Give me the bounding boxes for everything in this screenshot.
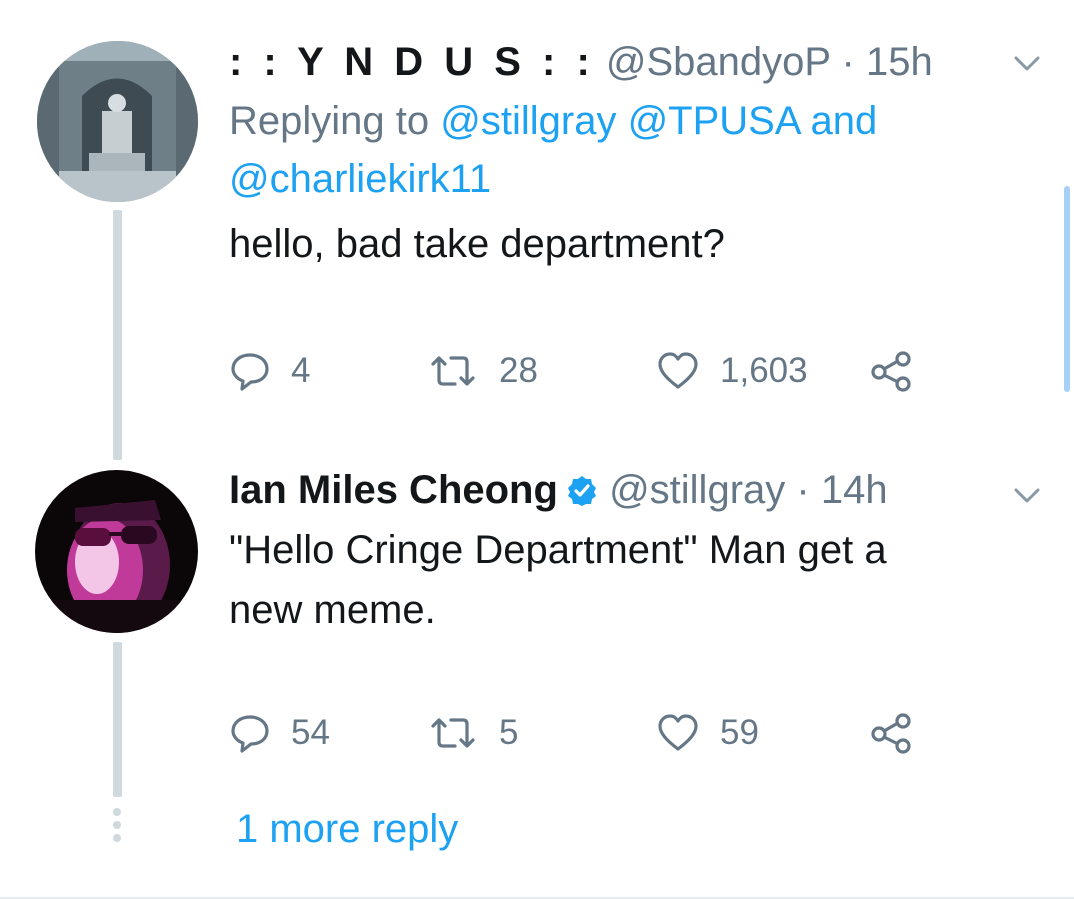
tweet-actions: 54 5 59 — [229, 712, 949, 762]
chevron-down-icon[interactable] — [1012, 48, 1042, 78]
separator: · — [796, 468, 810, 512]
verified-badge-icon — [566, 470, 598, 518]
user-handle[interactable]: @SbandyoP — [606, 40, 830, 84]
replying-to: Replying to @stillgray @TPUSA and @charl… — [229, 92, 1034, 208]
thread-connector-line — [113, 642, 122, 797]
like-count: 1,603 — [720, 351, 808, 390]
tweet-text-line: "Hello Cringe Department" Man get a — [229, 528, 887, 572]
mention-link[interactable]: @TPUSA — [628, 99, 800, 143]
tweet-header: Ian Miles Cheong @stillgray · 14h — [229, 466, 1034, 518]
share-icon — [869, 712, 915, 754]
avatar[interactable] — [35, 470, 198, 633]
timestamp[interactable]: 14h — [821, 468, 888, 512]
display-name[interactable]: : : Y N D U S : : — [229, 40, 595, 84]
retweet-icon — [427, 350, 479, 392]
tweet[interactable]: Ian Miles Cheong @stillgray · 14h "Hello… — [229, 466, 1034, 640]
share-icon — [869, 350, 915, 392]
replying-to-label: Replying to — [229, 99, 430, 143]
tweet-text: "Hello Cringe Department" Man get a new … — [229, 520, 1034, 640]
more-replies-dots — [111, 808, 123, 847]
user-handle[interactable]: @stillgray — [609, 468, 785, 512]
like-icon — [656, 350, 700, 392]
retweet-icon — [427, 712, 479, 754]
reply-count: 54 — [291, 713, 330, 752]
scrollbar[interactable] — [1064, 186, 1070, 392]
like-button[interactable]: 1,603 — [656, 350, 808, 392]
retweet-button[interactable]: 5 — [427, 712, 518, 754]
replying-and[interactable]: and — [810, 99, 877, 143]
mention-link[interactable]: @stillgray — [440, 99, 616, 143]
tweet[interactable]: : : Y N D U S : : @SbandyoP · 15h Replyi… — [229, 38, 1034, 274]
like-button[interactable]: 59 — [656, 712, 759, 754]
separator: · — [841, 40, 855, 84]
reply-count: 4 — [291, 351, 311, 390]
mention-link[interactable]: @charliekirk11 — [229, 157, 491, 201]
chevron-down-icon[interactable] — [1012, 480, 1042, 510]
share-button[interactable] — [869, 712, 935, 754]
timestamp[interactable]: 15h — [866, 40, 933, 84]
retweet-count: 5 — [499, 713, 519, 752]
tweet-text: hello, bad take department? — [229, 222, 725, 266]
avatar[interactable] — [37, 41, 198, 202]
more-replies-link[interactable]: 1 more reply — [236, 807, 458, 852]
reply-icon — [229, 350, 271, 392]
thread-connector-line — [113, 210, 122, 460]
reply-icon — [229, 712, 271, 754]
tweet-header: : : Y N D U S : : @SbandyoP · 15h — [229, 38, 1034, 86]
tweet-text-line: new meme. — [229, 588, 436, 632]
reply-button[interactable]: 54 — [229, 712, 330, 754]
reply-button[interactable]: 4 — [229, 350, 310, 392]
retweet-count: 28 — [499, 351, 538, 390]
retweet-button[interactable]: 28 — [427, 350, 538, 392]
like-icon — [656, 712, 700, 754]
tweet-actions: 4 28 1,603 — [229, 350, 949, 400]
display-name[interactable]: Ian Miles Cheong — [229, 468, 558, 512]
share-button[interactable] — [869, 350, 935, 392]
like-count: 59 — [720, 713, 759, 752]
